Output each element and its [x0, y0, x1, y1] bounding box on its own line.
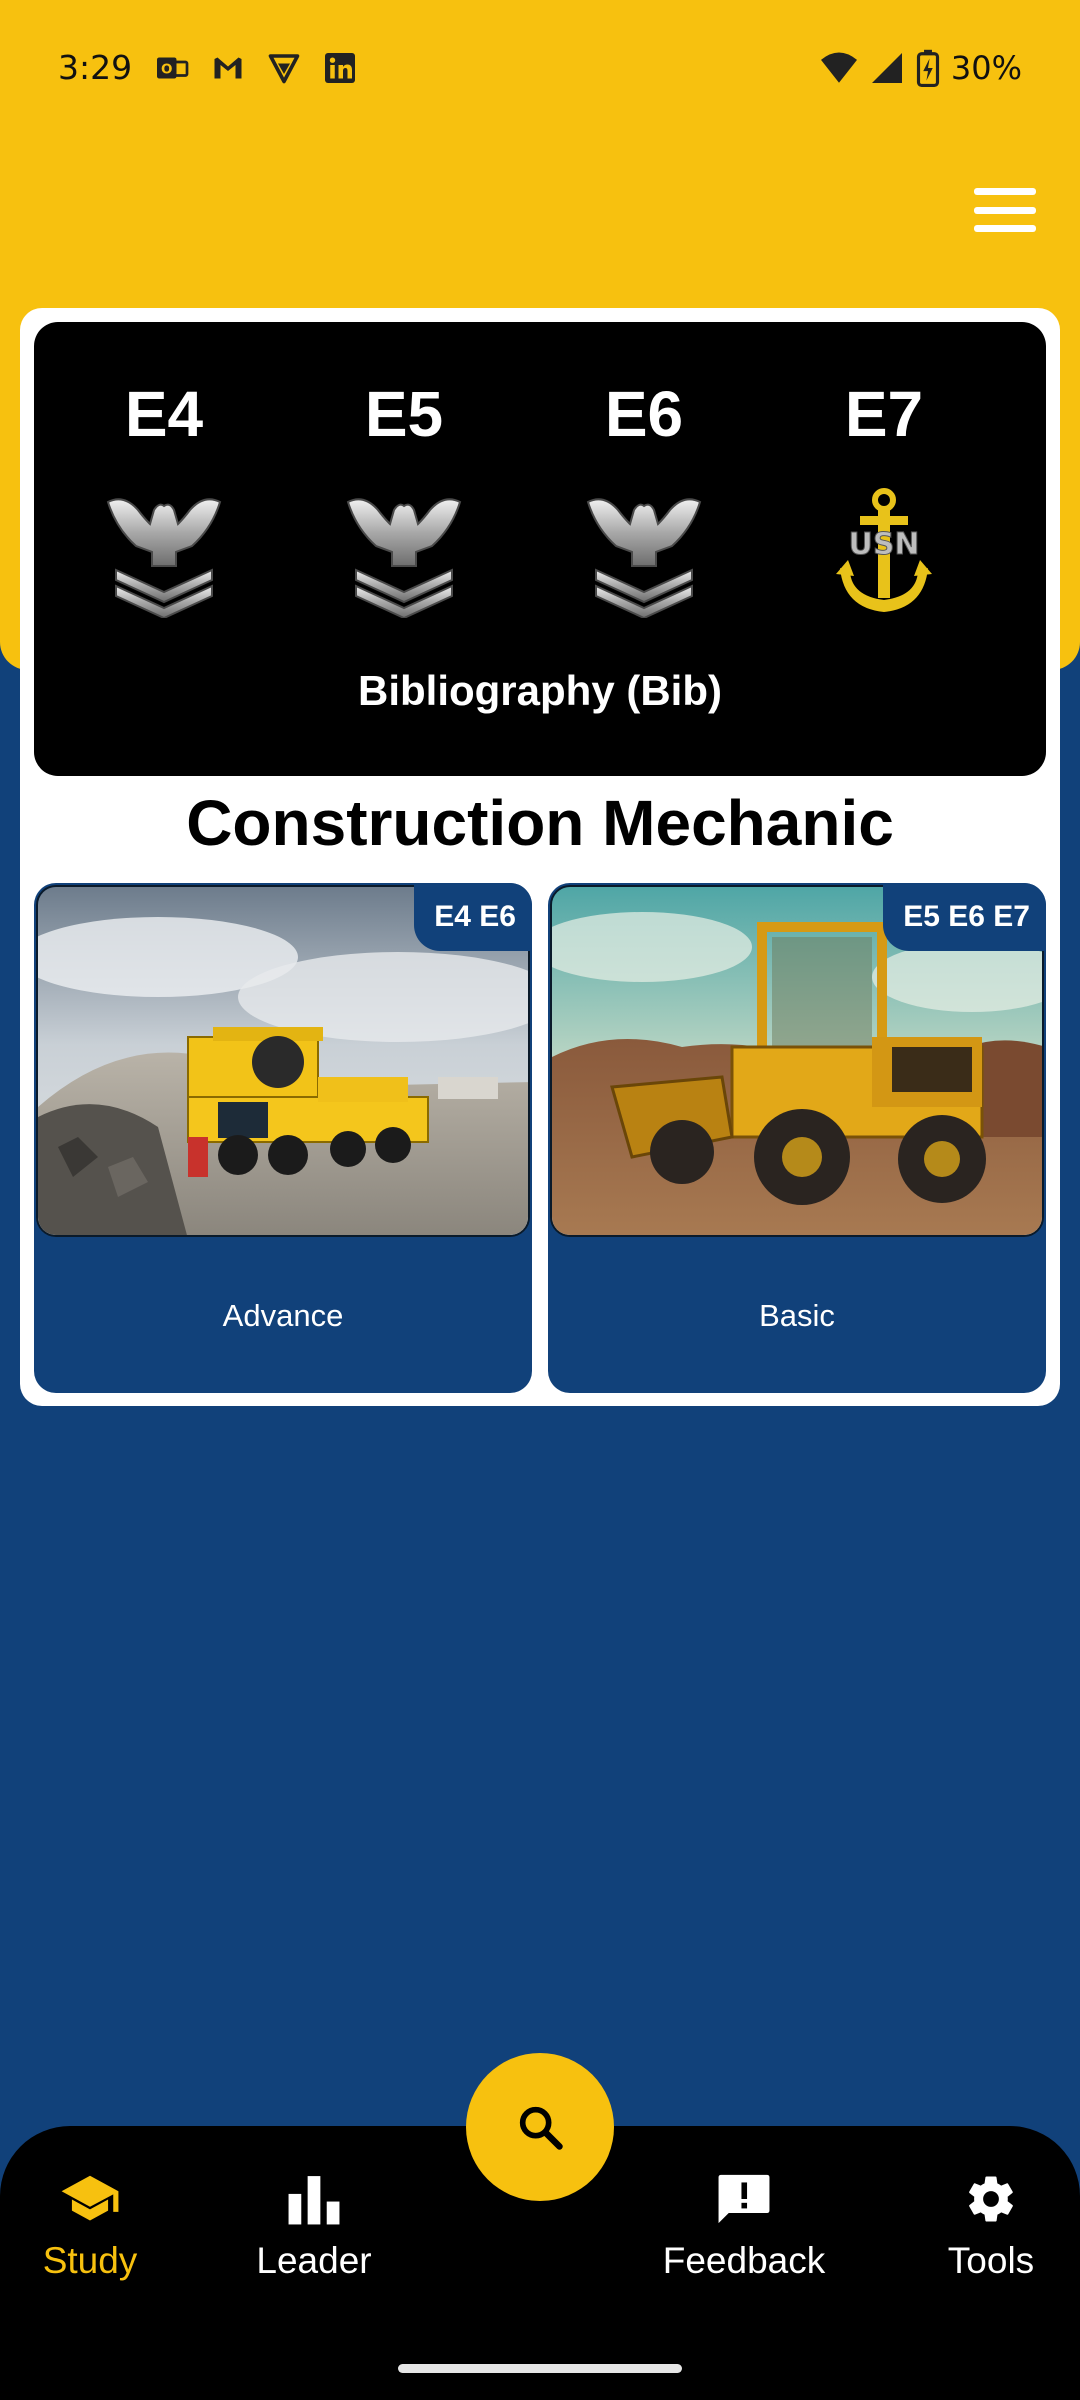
nav-label: Tools — [947, 2240, 1035, 2281]
section-title: Construction Mechanic — [186, 787, 894, 859]
battery-charging-icon — [916, 49, 939, 87]
rank-e7: E7 USN — [804, 382, 964, 618]
course-label: Advance — [222, 1298, 344, 1333]
system-status: 30% — [819, 49, 1022, 87]
petty-officer-eagle-icon — [346, 498, 462, 618]
wifi-icon — [820, 51, 857, 83]
course-rank-badge: E5 E6 E7 — [883, 883, 1046, 951]
nav-label: Leader — [256, 2240, 372, 2281]
rank-label: E6 — [604, 378, 684, 450]
nav-label: Feedback — [662, 2240, 826, 2281]
home-indicator[interactable] — [398, 2364, 682, 2373]
usn-text: USN — [848, 527, 919, 562]
svg-text:O: O — [161, 61, 172, 77]
course-card-basic[interactable]: E5 E6 E7 Basic — [548, 883, 1046, 1393]
petty-officer-eagle-icon — [106, 498, 222, 618]
bar-chart-icon — [288, 2176, 340, 2225]
rank-e6: E6 — [564, 382, 724, 618]
hamburger-menu-icon[interactable] — [970, 180, 1040, 240]
status-time: 3:29 — [58, 48, 133, 87]
linkedin-icon — [325, 52, 356, 83]
bibliography-title: Bibliography (Bib) — [358, 667, 722, 714]
course-card-advance[interactable]: E4 E6 Advance — [34, 883, 532, 1393]
rank-e4: E4 — [84, 382, 244, 618]
battery-percentage: 30% — [950, 48, 1022, 87]
nav-study[interactable]: Study — [0, 2172, 190, 2282]
search-button[interactable] — [466, 2053, 614, 2201]
status-bar: 3:29 O 30% — [0, 0, 1080, 135]
outlook-icon: O — [157, 57, 189, 78]
nav-label: Study — [42, 2240, 138, 2281]
rank-panel[interactable]: E4 E5 E6 E7 USN Bibliography (Bib) — [34, 322, 1046, 776]
search-icon — [519, 2106, 563, 2150]
course-rank-badge: E4 E6 — [414, 883, 532, 951]
notification-icons: O — [154, 50, 358, 86]
gmail-icon — [214, 57, 242, 78]
vpn-shield-icon — [268, 53, 300, 83]
rank-e5: E5 — [324, 382, 484, 618]
feedback-icon — [718, 2174, 770, 2224]
graduation-cap-icon — [61, 2175, 119, 2221]
nav-leader[interactable]: Leader — [214, 2172, 414, 2282]
nav-tools[interactable]: Tools — [891, 2172, 1080, 2282]
petty-officer-eagle-icon — [586, 498, 702, 618]
rank-label: E7 — [844, 378, 924, 450]
nav-feedback[interactable]: Feedback — [644, 2172, 844, 2282]
chief-anchor-icon: USN — [836, 488, 932, 612]
signal-icon — [871, 52, 902, 83]
course-label: Basic — [759, 1298, 835, 1333]
rank-label: E4 — [124, 378, 204, 450]
rank-label: E5 — [364, 378, 444, 450]
gear-icon — [969, 2176, 1013, 2222]
